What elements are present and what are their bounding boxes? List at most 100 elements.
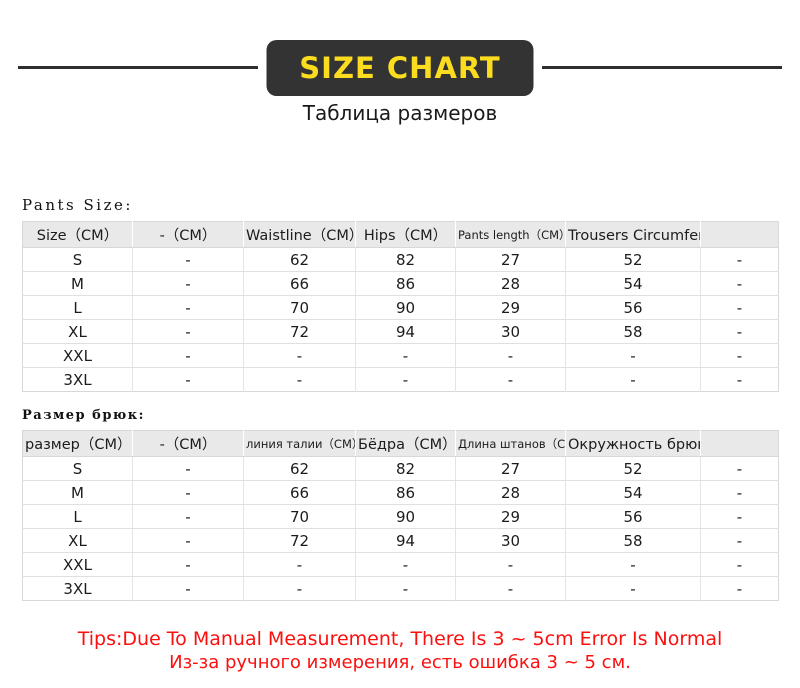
cell-blank: - [132, 247, 244, 272]
cell-liniya-talii: - [243, 552, 356, 577]
cell-waistline: 72 [243, 319, 356, 344]
cell-dlina-shtanov: - [455, 576, 566, 601]
cell-okruzhnost-bryuk: 58 [565, 528, 701, 553]
cell-razmer: 3XL [22, 576, 133, 601]
pants-size-table-head: Size（CM） -（CM） Waistline（CM） Hips（CM） Pa… [22, 221, 779, 248]
header-rule-left [18, 66, 258, 69]
column-header-waistline: Waistline（CM） [243, 221, 356, 248]
cell-trousers-circumference: 54 [565, 271, 701, 296]
cell-pants-length: 30 [455, 319, 566, 344]
tips-line-english: Tips:Due To Manual Measurement, There Is… [77, 628, 723, 650]
cell-okruzhnost-bryuk: 52 [565, 456, 701, 481]
cell-okruzhnost-bryuk: - [565, 552, 701, 577]
cell-blank: - [132, 295, 244, 320]
cell-last: - [700, 319, 779, 344]
cell-blank: - [132, 456, 244, 481]
cell-size: L [22, 295, 133, 320]
cell-hips: 86 [355, 271, 456, 296]
column-header-blank: -（CM） [132, 430, 244, 457]
cell-last: - [700, 528, 779, 553]
size-chart-badge: SIZE CHART [266, 40, 534, 96]
cell-hips: - [355, 343, 456, 368]
cell-blank: - [132, 367, 244, 392]
table-row: XXL - - - - - - [22, 343, 779, 368]
cell-trousers-circumference: 52 [565, 247, 701, 272]
cell-last: - [700, 456, 779, 481]
column-header-last [700, 221, 779, 248]
cell-bedra: 86 [355, 480, 456, 505]
table-row: XL - 72 94 30 58 - [22, 319, 779, 344]
cell-hips: - [355, 367, 456, 392]
razmer-bryuk-table-head: размер（CM） -（CM） линия талии（CM） Бёдра（C… [22, 430, 779, 457]
cell-okruzhnost-bryuk: - [565, 576, 701, 601]
cell-last: - [736, 370, 743, 389]
cell-razmer: L [22, 504, 133, 529]
table-row: 3XL - - - - - - [22, 367, 779, 392]
column-header-size: Size（CM） [22, 221, 133, 248]
size-chart-subtitle: Таблица размеров [302, 101, 498, 125]
cell-last: - [736, 579, 743, 598]
page-header: SIZE CHART Таблица размеров [0, 0, 800, 140]
cell-pants-length: 28 [455, 271, 566, 296]
cell-blank: - [132, 552, 244, 577]
column-header-last [700, 430, 779, 457]
cell-bedra: 82 [355, 456, 456, 481]
cell-hips: 90 [355, 295, 456, 320]
pants-size-table-body: S - 62 82 27 52 - M - 66 86 28 54 - L - … [22, 247, 779, 392]
cell-waistline: 70 [243, 295, 356, 320]
column-header-dlina-shtanov: Длина штанов（CM） [455, 430, 566, 457]
cell-liniya-talii: 62 [243, 456, 356, 481]
cell-last: - [700, 504, 779, 529]
cell-waistline: 62 [243, 247, 356, 272]
table-row: S - 62 82 27 52 - [22, 456, 779, 481]
table-row: L - 70 90 29 56 - [22, 504, 779, 529]
cell-last: - [700, 295, 779, 320]
table-row: M - 66 86 28 54 - [22, 271, 779, 296]
cell-last: - [700, 480, 779, 505]
table-row: S - 62 82 27 52 - [22, 247, 779, 272]
column-header-hips: Hips（CM） [355, 221, 456, 248]
cell-blank: - [132, 576, 244, 601]
cell-last: - [700, 552, 779, 577]
razmer-bryuk-title: Размер брюк: [22, 408, 145, 423]
cell-size: 3XL [22, 367, 133, 392]
table-row: L - 70 90 29 56 - [22, 295, 779, 320]
cell-blank: - [132, 528, 244, 553]
cell-dlina-shtanov: 29 [455, 504, 566, 529]
cell-okruzhnost-bryuk: 56 [565, 504, 701, 529]
cell-size: XXL [22, 343, 133, 368]
measurement-tips: Tips:Due To Manual Measurement, There Is… [0, 627, 800, 674]
cell-dlina-shtanov: 27 [455, 456, 566, 481]
cell-size: S [22, 247, 133, 272]
column-header-okruzhnost-bryuk: Окружность брюк（CM） [565, 430, 701, 457]
cell-last: - [700, 247, 779, 272]
column-header-razmer: размер（CM） [22, 430, 133, 457]
cell-last: - [700, 271, 779, 296]
cell-blank: - [132, 504, 244, 529]
tips-line-russian: Из-за ручного измерения, есть ошибка 3 ~… [169, 652, 631, 673]
razmer-bryuk-table-body: S - 62 82 27 52 - M - 66 86 28 54 - L - … [22, 456, 779, 601]
cell-trousers-circumference: - [565, 367, 701, 392]
cell-trousers-circumference: - [565, 343, 701, 368]
pants-size-title: Pants Size: [22, 196, 133, 214]
table-header-row: Size（CM） -（CM） Waistline（CM） Hips（CM） Pa… [22, 221, 779, 248]
table-row: XL - 72 94 30 58 - [22, 528, 779, 553]
cell-bedra: - [355, 552, 456, 577]
cell-blank: - [132, 343, 244, 368]
cell-size: XL [22, 319, 133, 344]
cell-hips: 82 [355, 247, 456, 272]
cell-dlina-shtanov: 30 [455, 528, 566, 553]
pants-size-section: Pants Size: Size（CM） -（CM） Waistline（CM）… [0, 196, 800, 392]
cell-blank: - [132, 271, 244, 296]
razmer-bryuk-section: Размер брюк: размер（CM） -（CM） линия тали… [0, 408, 800, 601]
cell-razmer: XL [22, 528, 133, 553]
cell-pants-length: - [455, 367, 566, 392]
cell-bedra: 90 [355, 504, 456, 529]
table-row: 3XL - - - - - - [22, 576, 779, 601]
cell-liniya-talii: 70 [243, 504, 356, 529]
table-header-row: размер（CM） -（CM） линия талии（CM） Бёдра（C… [22, 430, 779, 457]
cell-dlina-shtanov: 28 [455, 480, 566, 505]
cell-liniya-talii: - [243, 576, 356, 601]
header-spacer [0, 140, 800, 196]
